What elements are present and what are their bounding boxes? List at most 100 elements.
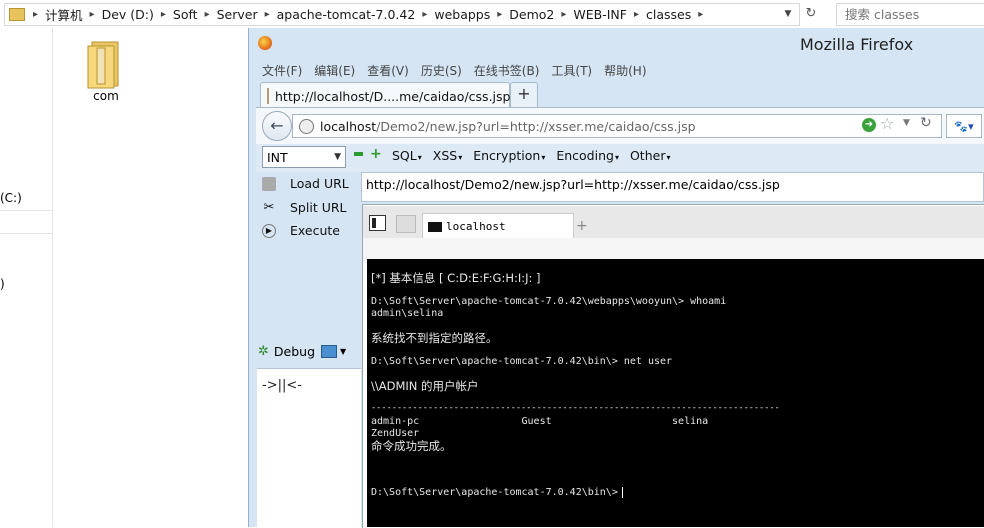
type-select[interactable]: INT ▼ bbox=[262, 146, 346, 168]
menu-bar: 文件(F) 编辑(E) 查看(V) 历史(S) 在线书签(B) 工具(T) 帮助… bbox=[256, 60, 653, 80]
url-path: /Demo2/new.jsp?url=http://xsser.me/caida… bbox=[376, 118, 696, 134]
search-box[interactable] bbox=[836, 3, 984, 26]
chevron-down-icon: ▼ bbox=[334, 152, 341, 162]
chevron-right-icon: ▸ bbox=[89, 9, 95, 20]
chevron-right-icon: ▸ bbox=[264, 9, 270, 20]
reload-icon[interactable]: ↻ bbox=[920, 115, 932, 131]
menu-tools[interactable]: 工具(T) bbox=[545, 62, 598, 79]
terminal-line: [*] 基本信息 [ C:D:E:F:G:H:I:J: ] bbox=[371, 271, 541, 285]
chevron-right-icon: ▸ bbox=[633, 9, 639, 20]
terminal-line: \\ADMIN 的用户帐户 bbox=[371, 379, 479, 393]
split-url-button[interactable]: ✂ Split URL bbox=[262, 200, 347, 215]
plus-icon[interactable]: + bbox=[370, 147, 382, 161]
scissors-icon: ✂ bbox=[263, 199, 275, 215]
execute-label: Execute bbox=[290, 223, 340, 238]
menu-encryption[interactable]: Encryption bbox=[473, 148, 545, 163]
new-tab-button[interactable]: + bbox=[510, 82, 538, 108]
chevron-right-icon: ▸ bbox=[698, 9, 704, 20]
image-icon[interactable] bbox=[321, 345, 338, 358]
chevron-right-icon: ▸ bbox=[497, 9, 503, 20]
nav-item-fragment[interactable]: ) bbox=[0, 277, 5, 291]
search-input[interactable] bbox=[837, 4, 984, 25]
terminal-line: admin\selina bbox=[371, 308, 444, 319]
globe-icon bbox=[299, 118, 314, 134]
breadcrumb-item-webinf[interactable]: WEB-INF bbox=[570, 7, 630, 22]
refresh-icon[interactable]: ↻ bbox=[800, 4, 822, 23]
terminal-line: D:\Soft\Server\apache-tomcat-7.0.42\bin\… bbox=[371, 356, 673, 367]
terminal-line: 系统找不到指定的路径。 bbox=[371, 331, 498, 345]
breadcrumb-item-server[interactable]: Server bbox=[214, 7, 261, 22]
menu-other[interactable]: Other bbox=[630, 148, 671, 163]
new-terminal-tab-button[interactable]: + bbox=[576, 218, 588, 234]
chevron-right-icon: ▸ bbox=[561, 9, 567, 20]
menu-file[interactable]: 文件(F) bbox=[256, 62, 308, 79]
menu-sql[interactable]: SQL bbox=[392, 148, 422, 163]
minus-icon[interactable] bbox=[354, 152, 363, 156]
terminal-line: 命令成功完成。 bbox=[371, 439, 452, 453]
menu-edit[interactable]: 编辑(E) bbox=[308, 62, 361, 79]
breadcrumb-item-webapps[interactable]: webapps bbox=[431, 7, 493, 22]
search-engine-icon[interactable]: 🐾▾ bbox=[946, 114, 982, 138]
window-title: Mozilla Firefox bbox=[800, 35, 914, 54]
terminal-tab[interactable]: localhost bbox=[422, 213, 574, 239]
hackbar-url-field[interactable]: http://localhost/Demo2/new.jsp?url=http:… bbox=[361, 172, 984, 202]
debug-arrows: ->||<- bbox=[262, 378, 302, 393]
chevron-down-icon[interactable]: ▼ bbox=[340, 347, 346, 356]
play-icon: ▶ bbox=[262, 223, 276, 238]
nav-item-selected[interactable] bbox=[0, 210, 52, 234]
terminal-line: D:\Soft\Server\apache-tomcat-7.0.42\weba… bbox=[371, 296, 727, 307]
back-arrow-icon[interactable]: ← bbox=[262, 111, 292, 141]
chevron-right-icon: ▸ bbox=[160, 9, 166, 20]
bug-icon[interactable]: ✲ bbox=[258, 344, 269, 359]
tab-grid-icon[interactable] bbox=[396, 215, 416, 233]
navigation-pane bbox=[0, 28, 53, 527]
type-select-value: INT bbox=[267, 149, 288, 165]
chevron-right-icon: ▸ bbox=[204, 9, 210, 20]
menu-encoding[interactable]: Encoding bbox=[556, 148, 619, 163]
breadcrumb-item-classes[interactable]: classes bbox=[643, 7, 694, 22]
sidebar-toggle-icon[interactable] bbox=[369, 215, 386, 231]
go-arrow-icon[interactable]: ➜ bbox=[862, 118, 876, 132]
breadcrumb-item-tomcat[interactable]: apache-tomcat-7.0.42 bbox=[274, 7, 419, 22]
load-url-button[interactable]: Load URL bbox=[262, 176, 349, 191]
bookmark-star-icon[interactable]: ☆ bbox=[880, 114, 894, 133]
breadcrumb[interactable]: ▸ 计算机 ▸ Dev (D:) ▸ Soft ▸ Server ▸ apach… bbox=[4, 3, 800, 26]
breadcrumb-item-demo2[interactable]: Demo2 bbox=[506, 7, 557, 22]
folder-icon[interactable] bbox=[86, 40, 122, 90]
load-url-icon bbox=[262, 176, 276, 191]
terminal-header-strip bbox=[363, 238, 984, 259]
terminal-icon bbox=[428, 221, 442, 232]
url-host: localhost bbox=[320, 118, 377, 134]
execute-button[interactable]: ▶ Execute bbox=[262, 223, 340, 238]
split-url-label: Split URL bbox=[290, 200, 347, 215]
folder-icon bbox=[9, 8, 25, 21]
debug-label[interactable]: Debug bbox=[274, 344, 315, 359]
menu-view[interactable]: 查看(V) bbox=[361, 62, 415, 79]
folder-label[interactable]: com bbox=[86, 89, 126, 103]
terminal-line: admin-pc Guest selina bbox=[371, 416, 709, 427]
tab-title: http://localhost/D....me/caidao/css.jsp bbox=[275, 88, 511, 104]
hackbar-menus: SQL XSS Encryption Encoding Other bbox=[392, 148, 681, 163]
chevron-down-icon[interactable]: ▼ bbox=[780, 4, 796, 23]
page-icon bbox=[267, 88, 269, 104]
terminal-separator: ----------------------------------------… bbox=[371, 403, 780, 413]
breadcrumb-item-soft[interactable]: Soft bbox=[170, 7, 201, 22]
chevron-right-icon: ▸ bbox=[422, 9, 428, 20]
url-bar[interactable]: localhost /Demo2/new.jsp?url=http://xsse… bbox=[292, 114, 942, 138]
breadcrumb-item-drive[interactable]: Dev (D:) bbox=[99, 7, 157, 22]
chevron-right-icon: ▸ bbox=[33, 9, 39, 20]
chevron-down-icon[interactable]: ▼ bbox=[903, 118, 910, 128]
firefox-logo-icon bbox=[258, 36, 272, 50]
terminal-tab-label: localhost bbox=[446, 220, 506, 233]
load-url-label: Load URL bbox=[290, 176, 349, 191]
breadcrumb-item-computer[interactable]: 计算机 bbox=[42, 5, 86, 24]
menu-history[interactable]: 历史(S) bbox=[415, 62, 468, 79]
terminal-prompt: D:\Soft\Server\apache-tomcat-7.0.42\bin\… bbox=[371, 487, 618, 498]
debug-toolbar: ✲ Debug ▼ bbox=[258, 344, 346, 359]
menu-xss[interactable]: XSS bbox=[433, 148, 462, 163]
terminal-cursor bbox=[622, 487, 623, 498]
nav-item-drive-c[interactable]: (C:) bbox=[0, 191, 22, 205]
menu-bookmarks[interactable]: 在线书签(B) bbox=[468, 62, 546, 79]
menu-help[interactable]: 帮助(H) bbox=[598, 62, 652, 79]
browser-tab[interactable]: http://localhost/D....me/caidao/css.jsp bbox=[260, 82, 510, 109]
